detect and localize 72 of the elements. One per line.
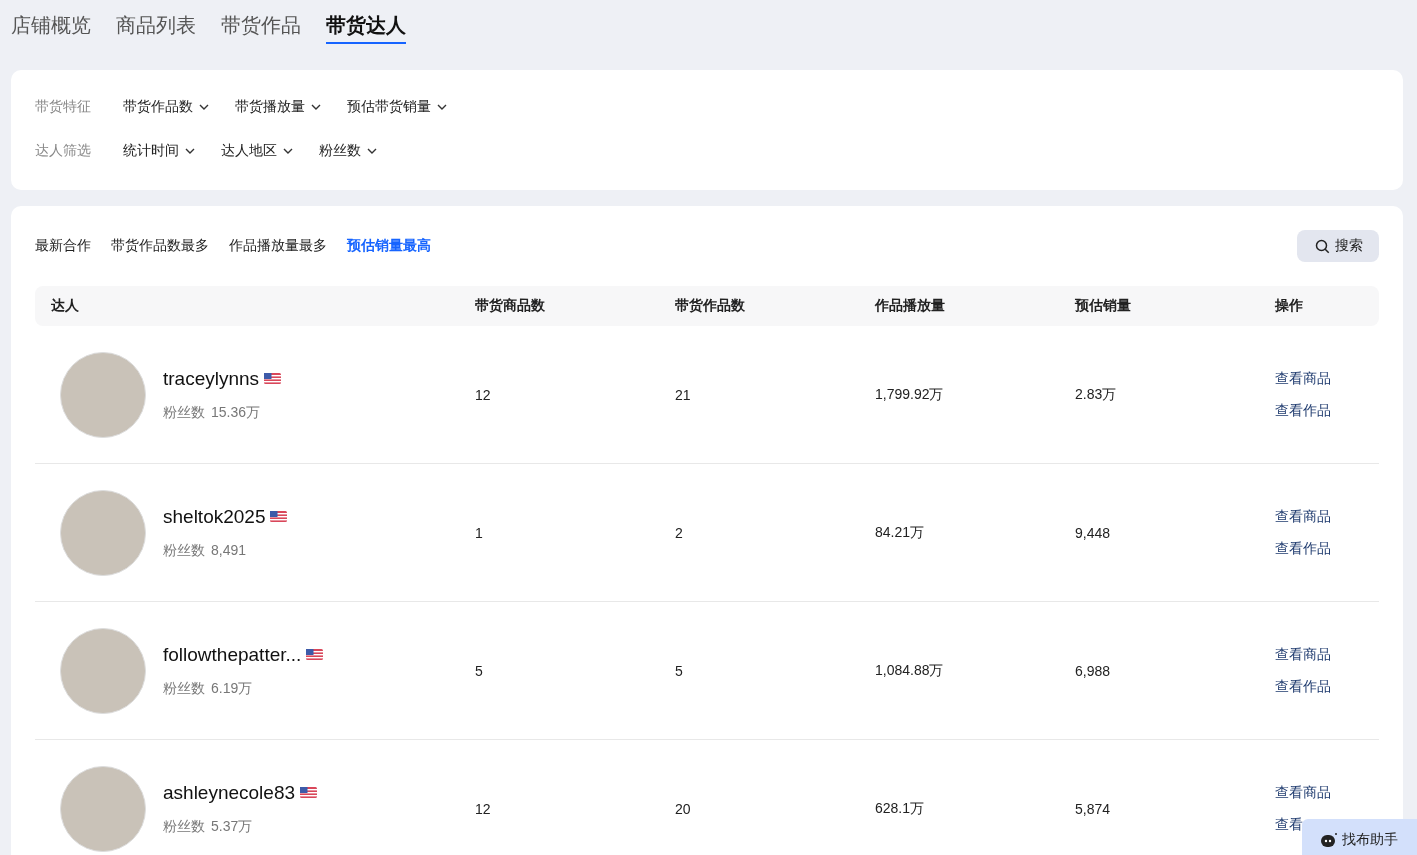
sort-tab[interactable]: 预估销量最高 (347, 237, 431, 255)
followers-label: 粉丝数 (163, 541, 205, 560)
table-cell-text: 12 (474, 800, 492, 817)
table-cell-text: 1,084.88万 (874, 661, 945, 680)
filter-label: 达人筛选 (35, 142, 92, 160)
nav-tab[interactable]: 商品列表 (116, 13, 196, 44)
creator-name[interactable]: traceylynns (163, 367, 260, 390)
column-header: 达人 (50, 297, 80, 315)
flag-icon (300, 787, 318, 798)
search-icon (1315, 238, 1330, 254)
column-header: 作品播放量 (873, 297, 946, 315)
sort-tab[interactable]: 最新合作 (35, 237, 91, 255)
table-cell-text: 2.83万 (1074, 385, 1118, 404)
column-header: 带货作品数 (674, 297, 746, 315)
chevron-down-icon (437, 104, 447, 110)
table-cell-text: 2 (674, 524, 684, 541)
table-cell-text: 1,799.92万 (874, 385, 945, 404)
robot-icon (1321, 833, 1337, 847)
action-link[interactable]: 查看作品 (1275, 539, 1331, 558)
table-cell-text: 20 (674, 800, 692, 817)
action-link[interactable]: 查看作品 (1275, 677, 1331, 696)
nav-tab[interactable]: 店铺概览 (11, 13, 91, 44)
sort-tab[interactable]: 作品播放量最多 (229, 237, 327, 255)
filter-dropdown[interactable]: 带货作品数 (123, 98, 209, 116)
followers-count: 5.37万 (211, 817, 253, 836)
table-cell-text: 5 (674, 662, 684, 679)
assistant-button[interactable]: 找布助手 (1302, 819, 1417, 855)
followers-label: 粉丝数 (163, 403, 205, 422)
action-link[interactable]: 查看商品 (1275, 783, 1331, 802)
action-link[interactable]: 查看商品 (1275, 645, 1331, 664)
action-link[interactable]: 查看商品 (1275, 369, 1331, 388)
table-cell-text: 628.1万 (874, 799, 926, 818)
table-cell-text: 12 (474, 386, 492, 403)
table-cell-text: 9,448 (1074, 524, 1112, 541)
table-cell-text: 84.21万 (874, 523, 926, 542)
creator-name[interactable]: sheltok2025 (163, 505, 266, 528)
column-header: 操作 (1274, 297, 1304, 315)
creator-name[interactable]: ashleynecole83 (163, 781, 296, 804)
followers-label: 粉丝数 (163, 679, 205, 698)
nav-tab[interactable]: 带货达人 (326, 13, 406, 44)
column-header: 预估销量 (1073, 297, 1132, 315)
chevron-down-icon (311, 104, 321, 110)
table-cell-text: 5,874 (1074, 800, 1112, 817)
action-link[interactable]: 查看商品 (1275, 507, 1331, 526)
filter-dropdown[interactable]: 达人地区 (221, 142, 293, 160)
action-link[interactable]: 查看作品 (1275, 401, 1331, 420)
flag-icon (306, 649, 324, 660)
chevron-down-icon (283, 148, 293, 154)
table-cell-text: 1 (474, 524, 484, 541)
nav-tab[interactable]: 带货作品 (221, 13, 301, 44)
creator-name[interactable]: followthepatter... (163, 643, 302, 666)
flag-icon (270, 511, 288, 522)
followers-count: 8,491 (211, 541, 247, 560)
flag-icon (264, 373, 282, 384)
column-header: 带货商品数 (474, 297, 546, 315)
filter-dropdown[interactable]: 带货播放量 (235, 98, 321, 116)
sort-tab[interactable]: 带货作品数最多 (111, 237, 209, 255)
search-button[interactable]: 搜索 (1297, 230, 1379, 262)
filter-dropdown[interactable]: 粉丝数 (319, 142, 377, 160)
chevron-down-icon (367, 148, 377, 154)
chevron-down-icon (185, 148, 195, 154)
table-cell-text: 6,988 (1074, 662, 1112, 679)
chevron-down-icon (199, 104, 209, 110)
filter-dropdown[interactable]: 预估带货销量 (347, 98, 447, 116)
table-cell-text: 21 (674, 386, 692, 403)
followers-label: 粉丝数 (163, 817, 205, 836)
followers-count: 6.19万 (211, 679, 253, 698)
filter-label: 带货特征 (35, 98, 92, 116)
action-link[interactable]: 查看 (1275, 815, 1303, 834)
followers-count: 15.36万 (211, 403, 261, 422)
table-cell-text: 5 (474, 662, 484, 679)
filter-dropdown[interactable]: 统计时间 (123, 142, 195, 160)
